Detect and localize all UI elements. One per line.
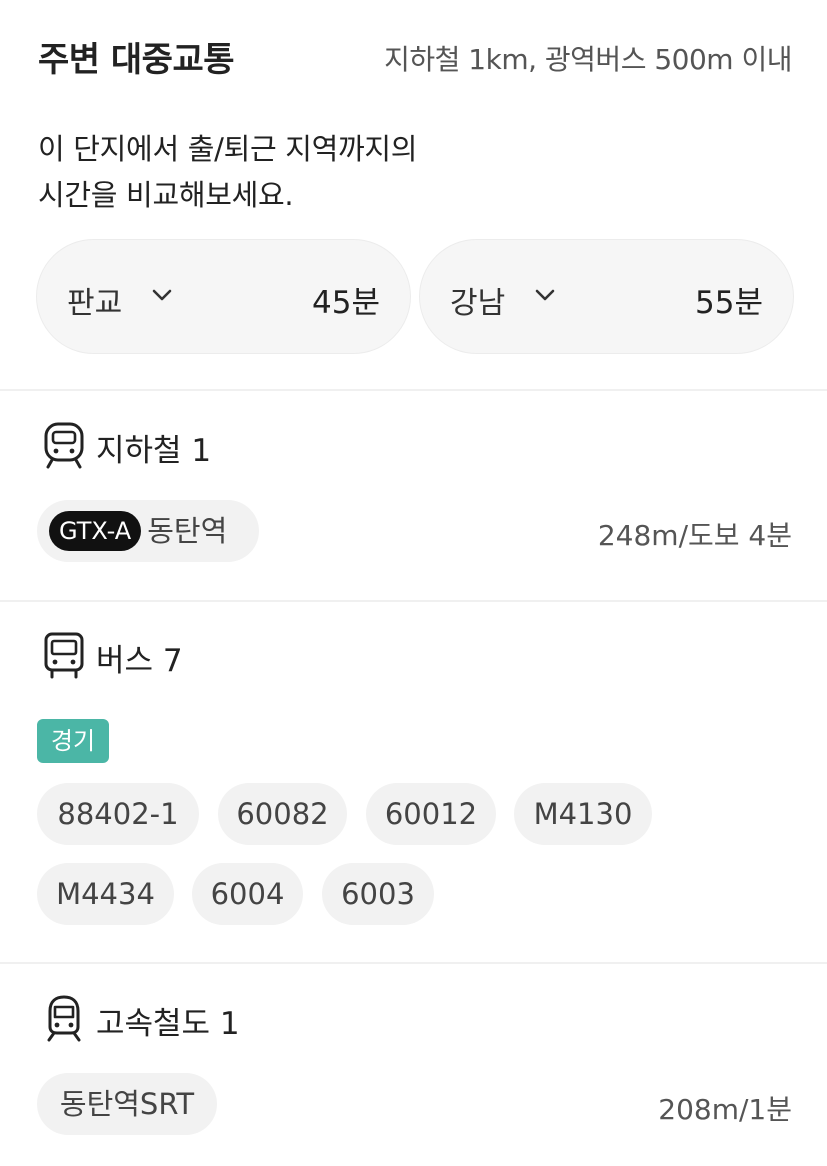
divider (0, 600, 827, 602)
range-note: 지하철 1km, 광역버스 500m 이내 (384, 43, 792, 76)
bus-route-chip[interactable]: 6004 (192, 863, 303, 925)
region-badge: 경기 (37, 719, 109, 763)
bus-route-chip[interactable]: M4130 (514, 783, 652, 845)
subway-distance: 248m/도보 4분 (597, 519, 792, 552)
page-title: 주변 대중교통 (38, 40, 235, 80)
bus-route-chip[interactable]: 6003 (322, 863, 434, 925)
bus-route-chip[interactable]: M4434 (37, 863, 174, 925)
destination-time: 45분 (312, 285, 380, 321)
divider (0, 389, 827, 391)
station-name: 동탄역 (147, 514, 228, 548)
train-section-label: 고속철도 1 (96, 1006, 240, 1042)
destination-select-gangnam[interactable]: 강남 55분 (419, 239, 794, 354)
subway-station-chip[interactable]: GTX-A 동탄역 (37, 500, 259, 562)
bus-icon (44, 632, 84, 679)
train-distance: 208m/1분 (658, 1093, 792, 1126)
high-speed-train-icon (47, 995, 81, 1042)
subway-icon (44, 422, 84, 469)
bus-route-chip[interactable]: 88402-1 (37, 783, 199, 845)
compare-line-2: 시간을 비교해보세요. (38, 178, 294, 212)
destination-time: 55분 (695, 285, 763, 321)
destination-name: 강남 (450, 286, 506, 321)
subway-section-label: 지하철 1 (96, 433, 212, 469)
bus-route-chip[interactable]: 60082 (218, 783, 347, 845)
divider (0, 962, 827, 964)
compare-line-1: 이 단지에서 출/퇴근 지역까지의 (38, 132, 418, 166)
station-name: 동탄역SRT (59, 1087, 195, 1121)
bus-route-chip[interactable]: 60012 (366, 783, 496, 845)
commute-destinations: 판교 45분 강남 55분 (36, 239, 794, 354)
compare-description: 이 단지에서 출/퇴근 지역까지의 시간을 비교해보세요. (38, 126, 417, 218)
line-badge: GTX-A (49, 511, 142, 551)
bus-section-label: 버스 7 (96, 643, 183, 679)
train-station-chip[interactable]: 동탄역SRT (37, 1073, 217, 1135)
destination-select-pangyo[interactable]: 판교 45분 (36, 239, 411, 354)
chevron-down-icon (152, 289, 172, 301)
chevron-down-icon (535, 289, 555, 301)
destination-name: 판교 (67, 286, 123, 321)
